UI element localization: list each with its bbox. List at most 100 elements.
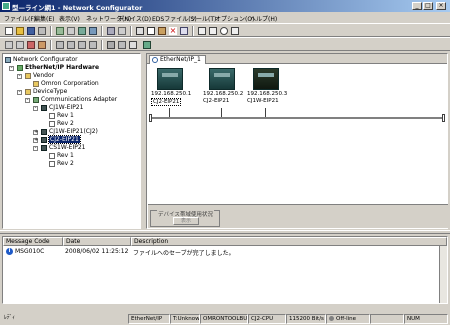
doc-icon <box>49 161 55 167</box>
device-icon[interactable] <box>26 40 36 50</box>
expander-devicetype[interactable]: - <box>17 90 22 95</box>
status-cpu: CJ2-CPU <box>248 314 286 324</box>
expander-cj2-eip21[interactable]: + <box>33 138 38 143</box>
app-icon <box>2 2 10 10</box>
tag-icon[interactable] <box>66 40 76 50</box>
column-description[interactable]: Description <box>131 237 447 246</box>
disconnect-icon[interactable] <box>66 26 76 36</box>
pane-splitter[interactable] <box>0 230 450 234</box>
expander-cj1w-eip21-cj2[interactable]: + <box>33 130 38 135</box>
export-icon[interactable] <box>106 40 116 50</box>
help-icon[interactable] <box>142 40 152 50</box>
device-link-3 <box>265 108 266 117</box>
tree-node-rev1[interactable]: Rev 1 <box>49 112 74 120</box>
compare-icon[interactable] <box>117 26 127 36</box>
status-blank <box>370 314 404 324</box>
minimize-button[interactable]: _ <box>412 2 422 10</box>
paste-icon[interactable] <box>157 26 167 36</box>
expander-cj1w-eip21[interactable]: - <box>33 106 38 111</box>
offline-icon <box>329 316 334 321</box>
device-node-2[interactable]: 192.168.250.2 CJ2-EIP21 <box>203 68 247 108</box>
network-view[interactable]: EtherNet/IP_1 192.168.250.1 CJ2-EIP21 19… <box>146 53 448 229</box>
download-icon[interactable] <box>88 26 98 36</box>
open-icon[interactable] <box>15 26 25 36</box>
device-node-3[interactable]: 192.168.250.3 CJ1W-EIP21 <box>247 68 291 108</box>
tree-icon[interactable] <box>88 40 98 50</box>
hardware-tree[interactable]: Network Configurator - EtherNet/IP Hardw… <box>2 53 141 229</box>
message-row[interactable]: i MSG010C 2008/06/02 11:25:12 ファイルへのセーブが… <box>3 247 447 257</box>
usage-display-button[interactable]: 表示 <box>173 217 199 225</box>
monitor-icon[interactable] <box>106 26 116 36</box>
message-scrollbar[interactable] <box>439 246 447 303</box>
list-icon[interactable] <box>208 26 218 36</box>
upload-icon[interactable] <box>77 26 87 36</box>
print-icon[interactable] <box>37 26 47 36</box>
expander-cs1w-eip21[interactable]: - <box>33 146 38 151</box>
tree-node-cj1w-eip21[interactable]: CJ1W-EIP21 <box>41 104 83 112</box>
tree-node-devicetype[interactable]: DeviceType <box>25 88 67 96</box>
bandwidth-usage-panel: デバイス帯域使用状況 表示 <box>148 204 448 228</box>
new-icon[interactable] <box>4 26 14 36</box>
import-icon[interactable] <box>117 40 127 50</box>
connect-icon[interactable] <box>55 26 65 36</box>
window-title: 型—ライン網1 - Network Configurator <box>12 4 143 12</box>
delete-icon[interactable]: × <box>168 26 178 36</box>
title-bar: 型—ライン網1 - Network Configurator _ □ × <box>0 0 450 12</box>
network-icon[interactable] <box>55 40 65 50</box>
message-date: 2008/06/02 11:25:12 <box>65 248 129 255</box>
save-icon[interactable] <box>26 26 36 36</box>
message-list[interactable]: Message Code Date Description i MSG010C … <box>2 236 448 304</box>
property-icon[interactable] <box>179 26 189 36</box>
tree-node-cs1w-rev2[interactable]: Rev 2 <box>49 160 74 168</box>
menu-options[interactable]: オプション(O) <box>215 14 254 23</box>
parameter-icon[interactable] <box>37 40 47 50</box>
tree-node-vendor[interactable]: Vendor <box>25 72 54 80</box>
folder-icon <box>25 73 31 79</box>
status-connection: Off-line <box>326 314 370 324</box>
cut-icon[interactable] <box>135 26 145 36</box>
tree-node-root[interactable]: Network Configurator <box>5 56 78 64</box>
check-icon[interactable] <box>77 40 87 50</box>
tree-node-cs1w-rev1[interactable]: Rev 1 <box>49 152 74 160</box>
plc-device-icon <box>157 68 183 90</box>
status-connection-label: Off-line <box>336 316 357 322</box>
table-icon[interactable] <box>230 26 240 36</box>
device-icon <box>41 105 47 111</box>
grid-icon[interactable] <box>197 26 207 36</box>
settings-icon[interactable] <box>128 40 138 50</box>
maximize-button[interactable]: □ <box>423 2 433 10</box>
doc-icon <box>49 113 55 119</box>
back-icon[interactable] <box>4 40 14 50</box>
tab-ethernetip-1[interactable]: EtherNet/IP_1 <box>149 55 206 64</box>
column-date[interactable]: Date <box>63 237 131 246</box>
tree-node-cj2-eip21[interactable]: CJ2-EIP21 <box>41 135 81 144</box>
plc-device-icon <box>209 68 235 90</box>
menu-device[interactable]: デバイス(D) <box>118 14 151 23</box>
usage-group: デバイス帯域使用状況 表示 <box>150 210 220 227</box>
tree-node-hardware[interactable]: EtherNet/IP Hardware <box>17 64 99 72</box>
menu-edit[interactable]: 編集(E) <box>34 14 54 23</box>
zoom-icon[interactable] <box>219 26 229 36</box>
tree-node-rev2[interactable]: Rev 2 <box>49 120 74 128</box>
close-button[interactable]: × <box>436 2 446 10</box>
status-unit: T:Unknown <box>170 314 200 324</box>
expander-vendor[interactable]: - <box>17 74 22 79</box>
message-list-header: Message Code Date Description <box>3 237 447 246</box>
expander-hardware[interactable]: - <box>9 66 14 71</box>
menu-tools[interactable]: ツール(T) <box>190 14 216 23</box>
copy-icon[interactable] <box>146 26 156 36</box>
column-message-code[interactable]: Message Code <box>3 237 63 246</box>
tree-node-cj1w-eip21-cj2[interactable]: CJ1W-EIP21(CJ2) <box>41 128 98 136</box>
doc-icon <box>49 153 55 159</box>
menu-help[interactable]: ヘルプ(H) <box>250 14 277 23</box>
tree-node-omron[interactable]: Omron Corporation <box>33 80 99 88</box>
menu-file[interactable]: ファイル(F) <box>4 14 36 23</box>
menu-view[interactable]: 表示(V) <box>59 14 80 23</box>
status-network: EtherNet/IP <box>128 314 170 324</box>
forward-icon[interactable] <box>15 40 25 50</box>
expander-adapter[interactable]: - <box>25 98 30 103</box>
device-node-1[interactable]: 192.168.250.1 CJ2-EIP21 <box>151 68 195 108</box>
device-ip: 192.168.250.3 <box>247 91 288 97</box>
tree-node-cs1w-eip21[interactable]: CS1W-EIP21 <box>41 144 85 152</box>
tree-node-adapter[interactable]: Communications Adapter <box>33 96 117 104</box>
